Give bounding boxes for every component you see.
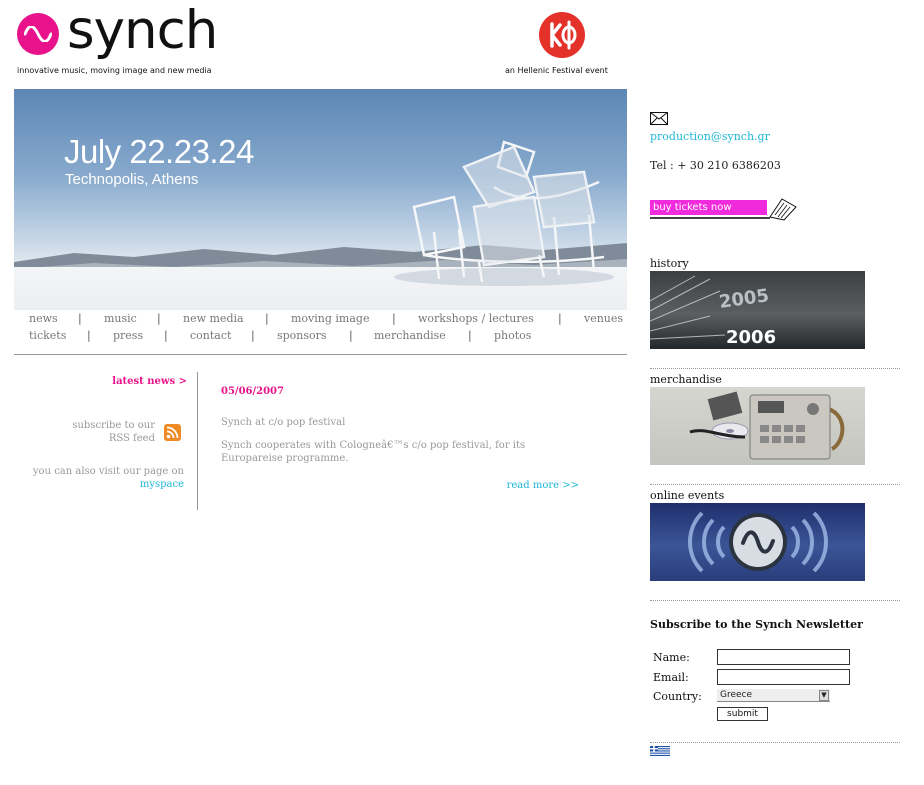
festival-tagline: an Hellenic Festival event bbox=[505, 66, 608, 75]
synch-logo[interactable]: synch innovative music, moving image and… bbox=[17, 1, 227, 80]
buy-tickets-label: buy tickets now bbox=[650, 200, 767, 215]
nav-new-media[interactable]: new media bbox=[183, 312, 244, 325]
news-item: 05/06/2007 Synch at c/o pop festival Syn… bbox=[221, 386, 581, 506]
newsletter-title: Subscribe to the Synch Newsletter bbox=[650, 618, 863, 631]
history-year-2005: 2005 bbox=[718, 285, 771, 313]
nav-sponsors[interactable]: sponsors bbox=[277, 329, 327, 342]
myspace-text: you can also visit our page on bbox=[32, 466, 184, 477]
broadcast-wave-graphic bbox=[688, 511, 828, 573]
nav-tickets[interactable]: tickets bbox=[29, 329, 66, 342]
nav-separator: | bbox=[468, 329, 472, 342]
country-selected-value: Greece bbox=[720, 690, 753, 700]
name-input[interactable] bbox=[717, 649, 850, 665]
name-label: Name: bbox=[653, 651, 690, 664]
nav-row-2: tickets | press | contact | sponsors | m… bbox=[14, 329, 627, 345]
hellenic-festival-logo[interactable]: an Hellenic Festival event bbox=[505, 12, 620, 78]
nav-venues[interactable]: venues bbox=[584, 312, 623, 325]
news-date: 05/06/2007 bbox=[221, 386, 284, 397]
left-sidebar: latest news > subscribe to our RSS feed … bbox=[14, 372, 198, 510]
buy-tickets-underline bbox=[650, 217, 770, 219]
contact-phone: Tel : + 30 210 6386203 bbox=[650, 159, 781, 172]
nav-row-1: news | music | new media | moving image … bbox=[14, 312, 627, 328]
merchandise-title[interactable]: merchandise bbox=[650, 373, 722, 386]
buy-tickets-button[interactable]: buy tickets now bbox=[650, 197, 800, 221]
submit-button[interactable]: submit bbox=[717, 707, 768, 721]
news-title: Synch at c/o pop festival bbox=[221, 417, 346, 428]
section-divider bbox=[650, 600, 900, 601]
nav-merchandise[interactable]: merchandise bbox=[374, 329, 446, 342]
nav-press[interactable]: press bbox=[113, 329, 143, 342]
envelope-icon[interactable] bbox=[650, 112, 668, 125]
chairs-sculpture-image bbox=[394, 140, 614, 286]
banner-date: July 22.23.24 bbox=[64, 133, 254, 170]
nav-separator: | bbox=[265, 312, 269, 325]
nav-separator: | bbox=[392, 312, 396, 325]
nav-music[interactable]: music bbox=[104, 312, 137, 325]
nav-photos[interactable]: photos bbox=[494, 329, 531, 342]
greek-flag-icon[interactable] bbox=[650, 746, 670, 756]
ticket-stub-icon bbox=[769, 198, 797, 221]
country-select[interactable]: Greece ▼ bbox=[717, 689, 830, 702]
history-title[interactable]: history bbox=[650, 257, 689, 270]
nav-separator: | bbox=[87, 329, 91, 342]
rss-text-line2: RSS feed bbox=[108, 433, 155, 444]
history-year-2006: 2006 bbox=[726, 327, 776, 348]
nav-separator: | bbox=[251, 329, 255, 342]
email-input[interactable] bbox=[717, 669, 850, 685]
rss-text-line1: subscribe to our bbox=[72, 420, 155, 431]
email-label: Email: bbox=[653, 671, 689, 684]
section-divider bbox=[650, 368, 900, 369]
news-body: Synch cooperates with Cologneâ€™s c/o po… bbox=[221, 440, 526, 464]
rss-feed-icon[interactable] bbox=[164, 424, 181, 441]
country-label: Country: bbox=[653, 690, 702, 703]
myspace-note: you can also visit our page on myspace bbox=[33, 465, 184, 491]
nav-workshops-lectures[interactable]: workshops / lectures bbox=[418, 312, 534, 325]
nav-separator: | bbox=[157, 312, 161, 325]
main-navigation: news | music | new media | moving image … bbox=[14, 311, 627, 355]
synch-wave-icon bbox=[17, 13, 59, 55]
nav-moving-image[interactable]: moving image bbox=[291, 312, 369, 325]
nav-contact[interactable]: contact bbox=[190, 329, 231, 342]
history-arrows-graphic: 2005 2006 bbox=[650, 275, 776, 348]
merchandise-image[interactable] bbox=[650, 387, 865, 465]
nav-separator: | bbox=[78, 312, 82, 325]
logo-wordmark: synch bbox=[67, 0, 218, 61]
chevron-down-icon: ▼ bbox=[819, 690, 829, 701]
latest-news-link[interactable]: latest news > bbox=[112, 376, 187, 387]
nav-separator: | bbox=[558, 312, 562, 325]
banner-location: Technopolis, Athens bbox=[65, 171, 199, 188]
nav-separator: | bbox=[349, 329, 353, 342]
logo-tagline: innovative music, moving image and new m… bbox=[17, 66, 212, 75]
read-more-link[interactable]: read more >> bbox=[507, 480, 579, 491]
sampler-device-graphic bbox=[689, 391, 845, 460]
myspace-link[interactable]: myspace bbox=[33, 478, 184, 491]
rss-subscribe-text[interactable]: subscribe to our RSS feed bbox=[72, 419, 155, 445]
right-sidebar: production@synch.gr Tel : + 30 210 63862… bbox=[650, 108, 900, 768]
nav-news[interactable]: news bbox=[29, 312, 58, 325]
hellenic-festival-icon bbox=[539, 12, 585, 58]
event-banner: July 22.23.24 Technopolis, Athens bbox=[14, 89, 627, 310]
contact-email-link[interactable]: production@synch.gr bbox=[650, 130, 770, 143]
section-divider bbox=[650, 742, 900, 743]
nav-separator: | bbox=[164, 329, 168, 342]
online-events-title[interactable]: online events bbox=[650, 489, 724, 502]
history-image[interactable]: 2005 2006 bbox=[650, 271, 865, 349]
online-events-image[interactable] bbox=[650, 503, 865, 581]
section-divider bbox=[650, 484, 900, 485]
